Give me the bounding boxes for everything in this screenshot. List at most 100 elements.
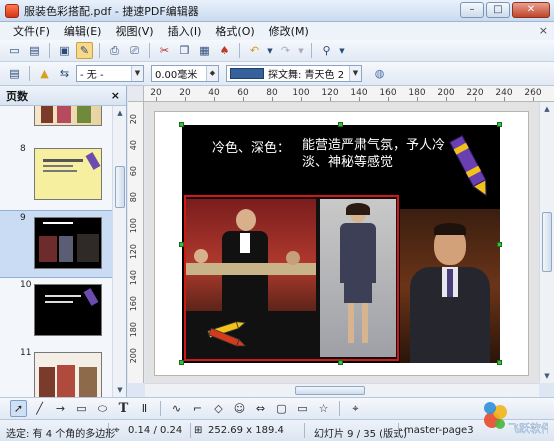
- close-button[interactable]: ✕: [512, 2, 550, 18]
- vertical-ruler: 20 40 60 80 100 120 140 160 180 200: [128, 102, 144, 383]
- page-thumbnail[interactable]: [34, 352, 102, 397]
- slide-page[interactable]: 冷色、深色： 能营造严肃气氛，予人冷淡、神秘等感觉: [154, 111, 529, 376]
- style-list-icon[interactable]: ▤: [6, 65, 23, 82]
- flowchart-icon[interactable]: ▢: [273, 400, 290, 417]
- block-arrows-icon[interactable]: ⇔: [252, 400, 269, 417]
- line-width-input[interactable]: 0.00毫米 ◆: [151, 65, 219, 82]
- export-pdf-icon[interactable]: ⎙: [106, 42, 123, 59]
- menu-format[interactable]: 格式(O): [208, 23, 261, 39]
- ruler-corner: [128, 86, 144, 102]
- text-tool-icon[interactable]: T: [115, 400, 132, 417]
- selection-handle[interactable]: [179, 360, 184, 365]
- thumbnail-row-8[interactable]: 8: [0, 142, 112, 210]
- pages-panel-scrollbar[interactable]: ▲ ▼: [112, 106, 126, 397]
- maximize-button[interactable]: □: [486, 2, 510, 18]
- slide-heading-left[interactable]: 冷色、深色：: [212, 137, 290, 156]
- save-icon[interactable]: ▣: [56, 42, 73, 59]
- arrow-style-icon[interactable]: ⇆: [56, 65, 73, 82]
- page-thumbnail[interactable]: [34, 284, 102, 336]
- selection-handle[interactable]: [179, 242, 184, 247]
- selection-handle[interactable]: [497, 242, 502, 247]
- menu-edit[interactable]: 编辑(E): [57, 23, 109, 39]
- scroll-up-icon[interactable]: ▲: [114, 107, 126, 119]
- watermark-logo: 飞跃软件: [484, 402, 548, 435]
- print-icon[interactable]: ⎚: [126, 42, 143, 59]
- selection-handle[interactable]: [338, 360, 343, 365]
- slide-canvas[interactable]: 冷色、深色： 能营造严肃气氛，予人冷淡、神秘等感觉: [182, 125, 500, 363]
- status-master: master-page3: [404, 425, 474, 436]
- chevron-down-icon[interactable]: ▼: [338, 42, 346, 59]
- page-thumbnail[interactable]: [34, 148, 102, 200]
- bell-icon[interactable]: ▲: [36, 65, 53, 82]
- zoom-icon[interactable]: ⚲: [318, 42, 335, 59]
- thumbnail-number: 10: [20, 280, 32, 290]
- ruler-label: 80: [129, 192, 138, 203]
- scrollbar-thumb[interactable]: [295, 386, 365, 395]
- selection-handle[interactable]: [497, 122, 502, 127]
- selection-handle[interactable]: [338, 122, 343, 127]
- selection-handle[interactable]: [179, 122, 184, 127]
- cut-icon[interactable]: ✂: [156, 42, 173, 59]
- format-paintbrush-icon[interactable]: ♠: [216, 42, 233, 59]
- scrollbar-thumb[interactable]: [542, 212, 552, 272]
- callout-icon[interactable]: ▭: [294, 400, 311, 417]
- fill-style-select[interactable]: 探文舞: 青天色 2 ▼: [226, 65, 362, 82]
- business-woman-photo: [320, 199, 396, 357]
- redo-icon[interactable]: ↷: [277, 42, 294, 59]
- menu-insert[interactable]: 插入(I): [161, 23, 209, 39]
- edit-file-icon[interactable]: ✎: [76, 42, 93, 59]
- paste-icon[interactable]: ▦: [196, 42, 213, 59]
- scroll-down-icon[interactable]: ▼: [114, 384, 126, 396]
- slide-heading-right[interactable]: 能营造严肃气氛，予人冷淡、神秘等感觉: [302, 137, 462, 171]
- line-style-value: - 无 -: [80, 70, 104, 81]
- basic-shapes-icon[interactable]: ◇: [210, 400, 227, 417]
- symbol-shapes-icon[interactable]: ☺: [231, 400, 248, 417]
- position-icon: ⌖: [114, 425, 120, 436]
- ruler-tick: [533, 97, 534, 101]
- toolbar-separator: [311, 43, 312, 58]
- ruler-tick: [214, 97, 215, 101]
- points-edit-icon[interactable]: ⌖: [347, 400, 364, 417]
- chevron-down-icon[interactable]: ▼: [349, 66, 361, 81]
- pages-panel-close-icon[interactable]: ×: [111, 89, 120, 102]
- thumbnail-row-9[interactable]: 9: [0, 210, 112, 278]
- window-controls: – □ ✕: [460, 2, 550, 18]
- ruler-tick: [417, 97, 418, 101]
- chevron-down-icon[interactable]: ▼: [131, 66, 143, 81]
- undo-icon[interactable]: ↶: [246, 42, 263, 59]
- chevron-down-icon[interactable]: ▼: [297, 42, 305, 59]
- rectangle-tool-icon[interactable]: ▭: [73, 400, 90, 417]
- selection-handle[interactable]: [497, 360, 502, 365]
- paint-bucket-icon[interactable]: ◍: [371, 65, 388, 82]
- stars-icon[interactable]: ☆: [315, 400, 332, 417]
- new-document-icon[interactable]: ▭: [6, 42, 23, 59]
- page-thumbnail[interactable]: [34, 106, 102, 126]
- thumbnail-row-prev[interactable]: [0, 106, 112, 136]
- ellipse-tool-icon[interactable]: ⬭: [94, 400, 111, 417]
- photo-collage-frame[interactable]: [184, 195, 399, 361]
- menu-view[interactable]: 视图(V): [108, 23, 160, 39]
- page-thumbnail[interactable]: [34, 217, 102, 269]
- select-arrow-icon[interactable]: ➚: [10, 400, 27, 417]
- arrow-line-icon[interactable]: →: [52, 400, 69, 417]
- scrollbar-thumb[interactable]: [115, 166, 125, 208]
- menu-modify[interactable]: 修改(M): [262, 23, 316, 39]
- chevron-down-icon[interactable]: ▼: [266, 42, 274, 59]
- thumbnail-row-11[interactable]: 11: [0, 346, 112, 397]
- connector-icon[interactable]: ⌐: [189, 400, 206, 417]
- thumbnail-row-10[interactable]: 10: [0, 278, 112, 346]
- ruler-label: 20: [129, 114, 138, 125]
- menu-file[interactable]: 文件(F): [6, 23, 57, 39]
- line-style-select[interactable]: - 无 - ▼: [76, 65, 144, 82]
- curve-tool-icon[interactable]: ∿: [168, 400, 185, 417]
- minimize-button[interactable]: –: [460, 2, 484, 18]
- open-folder-icon[interactable]: ▤: [26, 42, 43, 59]
- scroll-up-icon[interactable]: ▲: [541, 103, 553, 115]
- vertical-scrollbar[interactable]: ▲ ▼: [539, 102, 554, 383]
- document-close-icon[interactable]: ×: [539, 24, 548, 37]
- line-tool-icon[interactable]: ╱: [31, 400, 48, 417]
- vertical-text-icon[interactable]: Ⅱ: [136, 400, 153, 417]
- copy-icon[interactable]: ❐: [176, 42, 193, 59]
- scroll-down-icon[interactable]: ▼: [541, 370, 553, 382]
- spin-icon[interactable]: ◆: [206, 66, 218, 81]
